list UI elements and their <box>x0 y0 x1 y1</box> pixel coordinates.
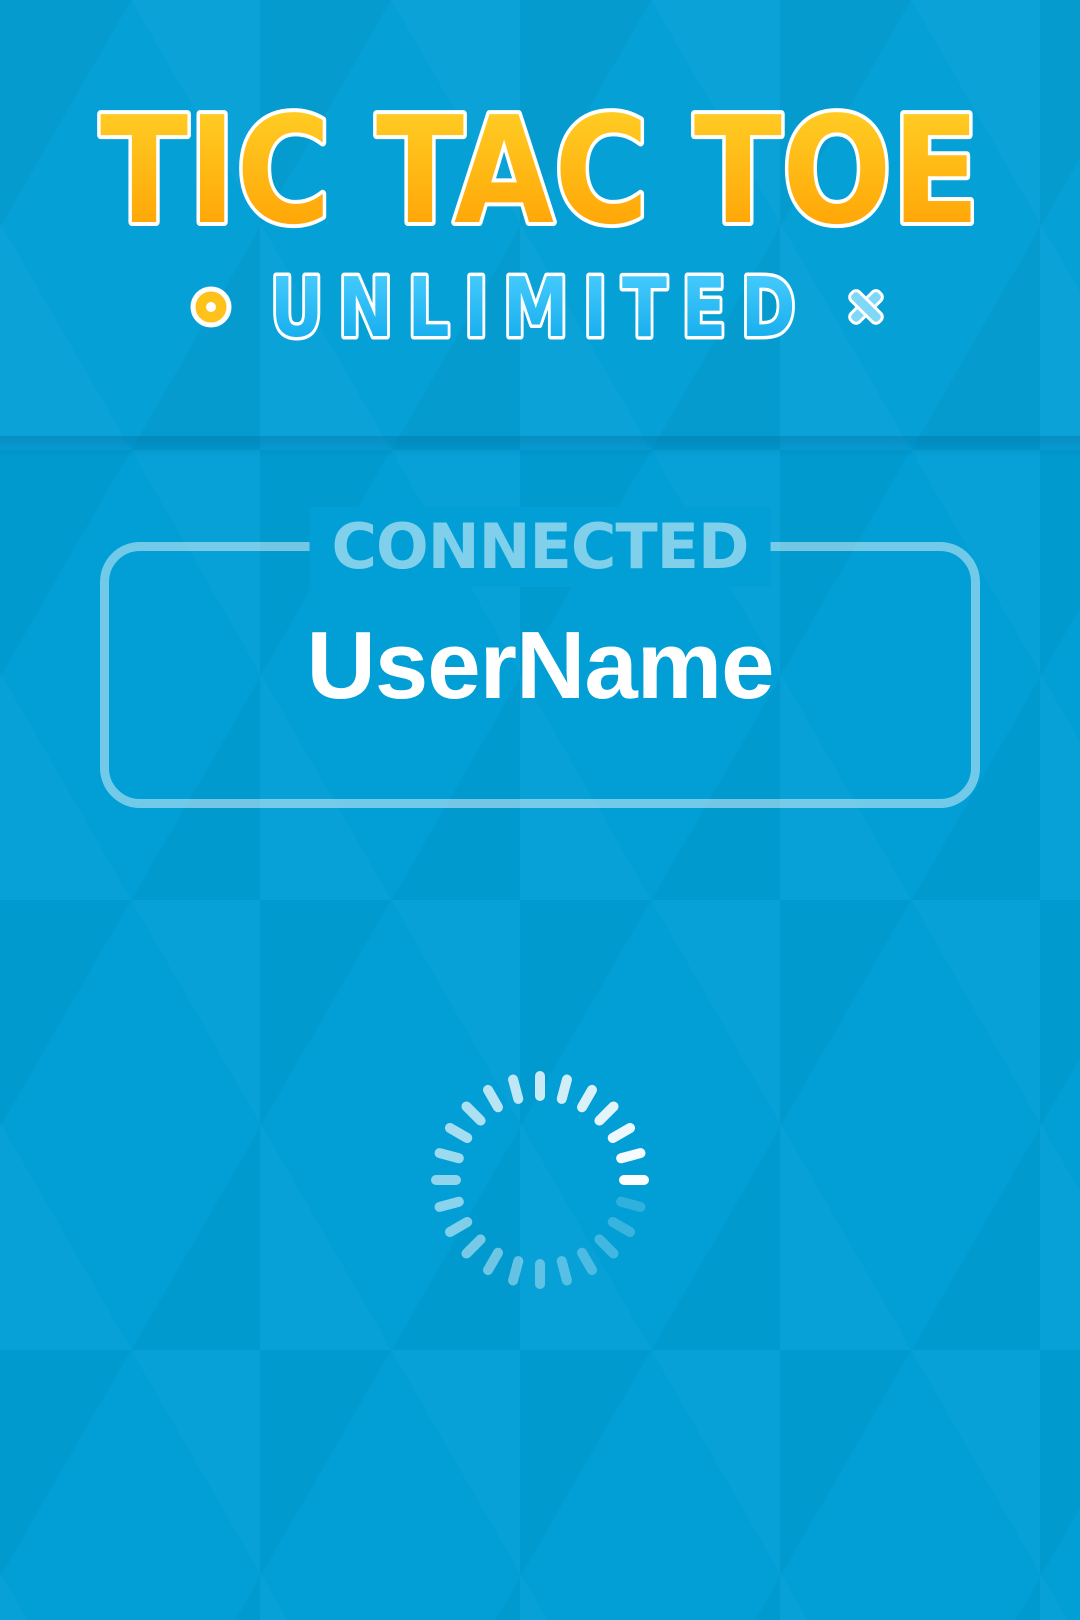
spinner-tick <box>577 1247 597 1276</box>
spinner-tick <box>594 1234 619 1259</box>
logo-title: TIC TAC TOE <box>100 85 980 257</box>
spinner-tick <box>434 1196 464 1212</box>
spinner-tick <box>616 1148 646 1164</box>
spinner-tick <box>616 1196 646 1212</box>
spinner-tick <box>434 1148 464 1164</box>
spinner-tick <box>607 1123 636 1143</box>
spinner-tick <box>508 1074 524 1104</box>
spinner-tick <box>483 1084 503 1113</box>
spinner-tick <box>556 1074 572 1104</box>
spinner-tick <box>594 1101 619 1126</box>
spinner-tick <box>483 1247 503 1276</box>
spinner-tick <box>444 1123 473 1143</box>
spinner-tick <box>508 1256 524 1286</box>
game-logo: TIC TAC TOE UNLIMITED <box>96 81 984 360</box>
username-label: UserName <box>306 612 775 719</box>
spinner-tick <box>607 1217 636 1237</box>
spinner-tick <box>461 1101 486 1126</box>
connection-status-label: CONNECTED <box>309 507 771 587</box>
spinner-tick <box>577 1084 597 1113</box>
spinner-tick <box>556 1256 572 1286</box>
loading-spinner-icon <box>431 1071 649 1289</box>
connected-panel: CONNECTED UserName <box>100 507 980 808</box>
cross-icon <box>848 289 884 325</box>
spinner-tick <box>444 1217 473 1237</box>
spinner-tick <box>461 1234 486 1259</box>
circle-icon <box>190 286 232 328</box>
logo-subtitle: UNLIMITED <box>270 261 810 356</box>
